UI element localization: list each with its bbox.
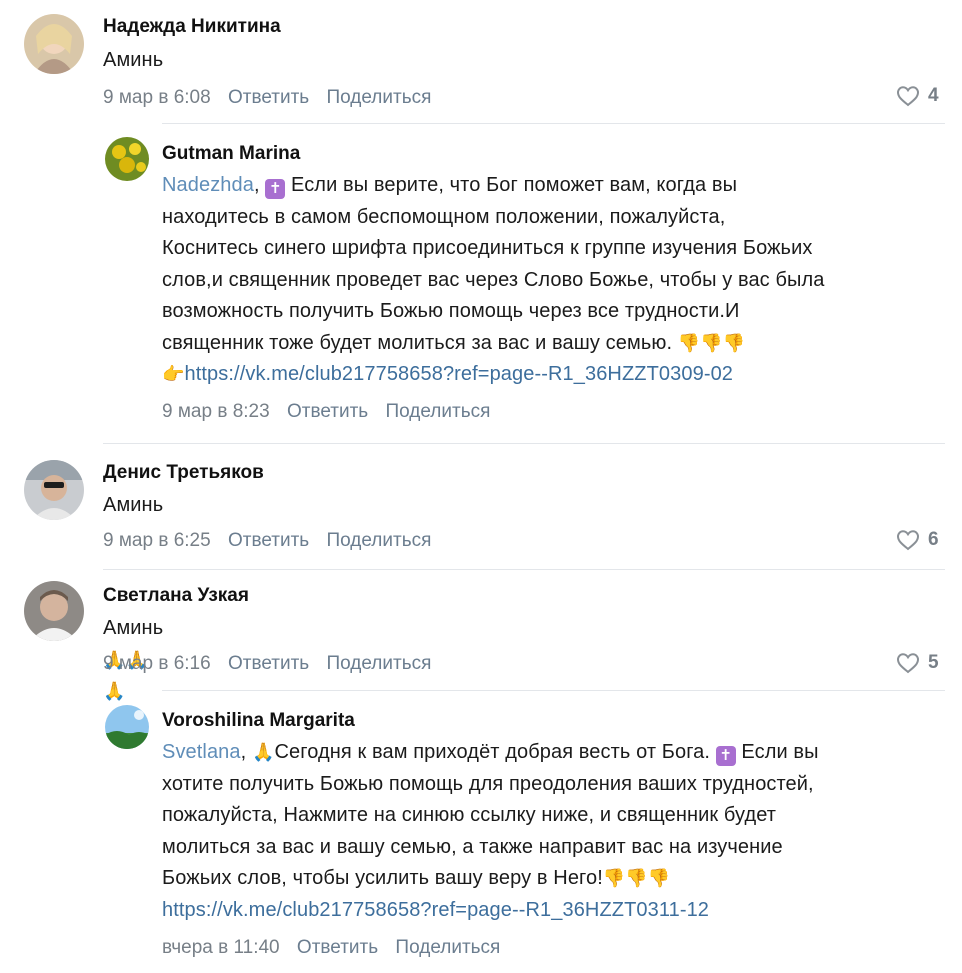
share-button[interactable]: Поделиться [385, 401, 490, 422]
separator [162, 690, 945, 691]
avatar[interactable] [24, 14, 84, 74]
latin-cross-icon: ✝ [265, 179, 286, 199]
text-line-6: https://vk.me/club217758658?ref=page--R1… [162, 895, 952, 927]
text-line-4: слов,и священник проведет вас через Слов… [162, 268, 825, 291]
avatar[interactable] [105, 705, 149, 749]
comment-date[interactable]: вчера в 11:40 [162, 937, 280, 958]
text-line-5: возможность получить Божью помощь через … [162, 300, 740, 322]
share-button[interactable]: Поделиться [326, 653, 431, 674]
text-line-3: пожалуйста, Нажмите на синюю ссылку ниже… [162, 804, 777, 826]
text-line: Если вы верите, что Бог поможет вам, ког… [290, 174, 738, 196]
comment-text: Аминь [103, 494, 164, 516]
like-button[interactable]: 5 [896, 652, 939, 674]
pointing-right-icon: 👉 [162, 364, 185, 384]
pointing-down-icon: 👎👎👎 [602, 868, 671, 888]
latin-cross-icon: ✝ [715, 746, 736, 766]
avatar[interactable] [24, 581, 84, 641]
reply-button[interactable]: Ответить [297, 937, 378, 958]
author-name[interactable]: Voroshilina Margarita [162, 710, 355, 732]
text-line-7: 👉https://vk.me/club217758658?ref=page--R… [162, 359, 952, 391]
share-button[interactable]: Поделиться [326, 87, 431, 108]
separator [162, 123, 945, 124]
text-line: Сегодня к вам приходёт добрая весть от Б… [274, 741, 711, 763]
comment-text: Аминь [103, 49, 164, 71]
like-count: 6 [928, 529, 939, 550]
author-name[interactable]: Надежда Никитина [103, 16, 281, 38]
separator [103, 569, 945, 570]
comment-meta: 9 мар в 6:16 Ответить Поделиться [103, 653, 443, 675]
text-line-4: молиться за вас и вашу семью, а также на… [162, 835, 783, 858]
text-line-2: хотите получить Божью помощь для преодол… [162, 772, 814, 795]
comment-date[interactable]: 9 мар в 6:08 [103, 87, 211, 108]
text-line: Аминь [103, 617, 164, 639]
text-line: священник тоже будет молиться за вас и в… [162, 331, 673, 354]
share-button[interactable]: Поделиться [326, 530, 431, 551]
text-line-1: Nadezhda, ✝ Если вы верите, что Бог помо… [162, 174, 738, 199]
comment-meta: вчера в 11:40 Ответить Поделиться [162, 937, 512, 959]
folded-hands-icon: 🙏 [251, 742, 275, 762]
text-line-5: Божьих слов, чтобы усилить вашу веру в Н… [162, 863, 952, 895]
like-count: 5 [928, 652, 939, 673]
author-name[interactable]: Светлана Узкая [103, 585, 249, 607]
like-button[interactable]: 4 [896, 85, 939, 107]
text-line-3: Коснитесь синего шрифта присоединиться к… [162, 237, 813, 259]
reply-button[interactable]: Ответить [287, 401, 368, 422]
comment-date[interactable]: 9 мар в 8:23 [162, 401, 270, 422]
separator [103, 443, 945, 444]
reply-button[interactable]: Ответить [228, 87, 309, 108]
author-name[interactable]: Gutman Marina [162, 143, 300, 165]
mention-link[interactable]: Nadezhda [162, 174, 254, 196]
heart-outline-icon [896, 86, 920, 107]
comment-text: Svetlana, 🙏Сегодня к вам приходёт добрая… [162, 737, 952, 926]
like-button[interactable]: 6 [896, 529, 939, 551]
text-line-1: Svetlana, 🙏Сегодня к вам приходёт добрая… [162, 741, 819, 766]
reply-button[interactable]: Ответить [228, 530, 309, 551]
text-line: Если вы [741, 741, 819, 763]
reply-button[interactable]: Ответить [228, 653, 309, 674]
external-link[interactable]: https://vk.me/club217758658?ref=page--R1… [185, 363, 734, 385]
comment-date[interactable]: 9 мар в 6:16 [103, 653, 211, 674]
heart-outline-icon [896, 653, 920, 674]
heart-outline-icon [896, 530, 920, 551]
text-line: Божьих слов, чтобы усилить вашу веру в Н… [162, 867, 603, 889]
avatar[interactable] [24, 460, 84, 520]
external-link[interactable]: https://vk.me/club217758658?ref=page--R1… [162, 899, 709, 921]
comment-meta: 9 мар в 6:25 Ответить Поделиться [103, 530, 443, 552]
comment-meta: 9 мар в 6:08 Ответить Поделиться [103, 87, 443, 109]
text-line-6: священник тоже будет молиться за вас и в… [162, 328, 952, 360]
author-name[interactable]: Денис Третьяков [103, 462, 264, 484]
comment-text: Nadezhda, ✝ Если вы верите, что Бог помо… [162, 170, 952, 391]
share-button[interactable]: Поделиться [395, 937, 500, 958]
mention-link[interactable]: Svetlana [162, 741, 241, 763]
avatar[interactable] [105, 137, 149, 181]
text-line-2: находитесь в самом беспомощном положении… [162, 205, 726, 228]
comment-date[interactable]: 9 мар в 6:25 [103, 530, 211, 551]
comment-meta: 9 мар в 8:23 Ответить Поделиться [162, 401, 502, 423]
pointing-down-icon: 👎👎👎 [677, 332, 746, 353]
like-count: 4 [928, 85, 939, 106]
